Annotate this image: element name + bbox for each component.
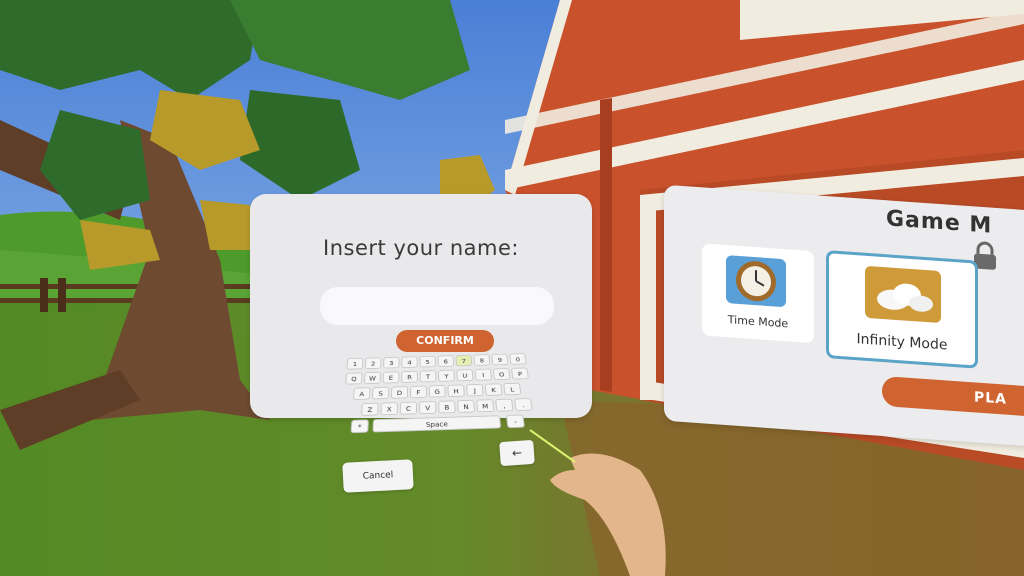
cancel-button[interactable]: Cancel <box>342 459 414 493</box>
play-button[interactable]: PLA <box>882 375 1024 419</box>
key-D[interactable]: D <box>390 386 409 399</box>
key-dash[interactable]: - <box>505 414 526 429</box>
name-input[interactable] <box>320 287 554 325</box>
key-R[interactable]: R <box>401 370 418 383</box>
key-N[interactable]: N <box>457 399 476 413</box>
key-J[interactable]: J <box>465 383 484 397</box>
key-F[interactable]: F <box>409 385 427 399</box>
key-C[interactable]: C <box>399 401 418 415</box>
key-Z[interactable]: Z <box>360 402 379 416</box>
key-E[interactable]: E <box>382 371 400 384</box>
time-mode-card[interactable]: Time Mode <box>702 243 814 344</box>
key-7[interactable]: 7 <box>455 354 473 367</box>
key-Y[interactable]: Y <box>437 369 455 382</box>
key-4[interactable]: 4 <box>401 356 418 368</box>
key-5[interactable]: 5 <box>419 355 436 368</box>
key-S[interactable]: S <box>371 386 390 400</box>
key-8[interactable]: 8 <box>473 354 491 366</box>
key-M[interactable]: M <box>476 399 495 413</box>
key-asterisk[interactable]: * <box>350 419 369 434</box>
key-3[interactable]: 3 <box>383 356 400 369</box>
key-0[interactable]: 0 <box>509 353 527 365</box>
space-key[interactable]: Space <box>372 415 502 433</box>
key-G[interactable]: G <box>428 385 446 398</box>
key-X[interactable]: X <box>380 402 398 416</box>
game-mode-title: Game M <box>886 206 993 239</box>
key-T[interactable]: T <box>419 370 437 383</box>
key-1[interactable]: 1 <box>346 357 364 370</box>
panel-title: Insert your name: <box>323 236 519 260</box>
confirm-button[interactable]: CONFIRM <box>396 330 494 352</box>
clock-icon <box>726 255 786 307</box>
key-I[interactable]: I <box>474 368 493 381</box>
key-6[interactable]: 6 <box>437 355 455 367</box>
key-W[interactable]: W <box>363 371 382 385</box>
virtual-keyboard: 1 2 3 4 5 6 7 8 9 0 Q W E R T Y U I O P A S D F G H J K L Z X C V B N M,. * S… <box>340 353 548 451</box>
key-2[interactable]: 2 <box>364 357 382 370</box>
infinity-mode-label: Infinity Mode <box>856 331 948 354</box>
key-Q[interactable]: Q <box>345 372 363 385</box>
key-K[interactable]: K <box>484 383 503 396</box>
key-9[interactable]: 9 <box>491 353 509 366</box>
key-.[interactable]: . <box>513 398 533 412</box>
key-B[interactable]: B <box>438 400 456 414</box>
key-O[interactable]: O <box>492 368 511 381</box>
key-U[interactable]: U <box>456 369 474 382</box>
key-,[interactable]: , <box>495 398 514 412</box>
game-mode-panel: Game M Time Mode Infinity Mode PLA <box>664 184 1024 448</box>
key-A[interactable]: A <box>352 387 371 400</box>
clouds-icon <box>865 266 941 323</box>
backspace-button[interactable]: ← <box>499 439 535 467</box>
key-P[interactable]: P <box>510 367 529 380</box>
key-V[interactable]: V <box>419 400 437 415</box>
key-H[interactable]: H <box>447 384 465 398</box>
key-L[interactable]: L <box>503 382 522 396</box>
time-mode-label: Time Mode <box>727 313 789 331</box>
infinity-mode-card[interactable]: Infinity Mode <box>826 250 978 369</box>
